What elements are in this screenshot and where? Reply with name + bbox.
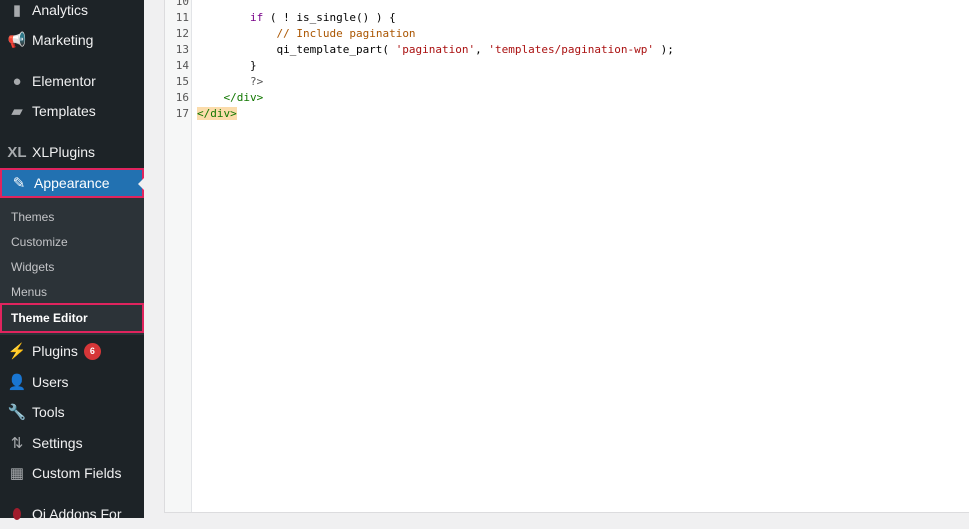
- settings-icon: ⇅: [10, 435, 24, 452]
- line-number: 14: [175, 59, 189, 72]
- paintbrush-icon: ✎: [12, 175, 26, 192]
- line-number: 17: [175, 107, 189, 120]
- menu-marketing[interactable]: 📢 Marketing: [0, 25, 144, 55]
- code-token: </div>: [223, 91, 264, 104]
- code-token: }: [197, 59, 257, 72]
- folder-icon: ▰: [11, 103, 23, 120]
- megaphone-icon: 📢: [7, 32, 27, 49]
- user-icon: 👤: [7, 374, 27, 391]
- code-token: ( ! is_single() ) {: [263, 11, 396, 24]
- menu-users[interactable]: 👤 Users: [0, 367, 144, 397]
- code-line: if ( ! is_single() ) {: [197, 11, 396, 24]
- admin-sidebar: ▮ Analytics 📢 Marketing ● Elementor ▰ Templa…: [0, 0, 144, 523]
- code-token: );: [654, 43, 674, 56]
- qi-icon: ⬮: [12, 505, 22, 523]
- menu-plugins[interactable]: ⚡ Plugins 6: [0, 336, 144, 366]
- line-number: 13: [175, 43, 189, 56]
- submenu-widgets[interactable]: Widgets: [0, 254, 144, 279]
- code-token: ,: [475, 43, 489, 56]
- xl-icon: XL: [7, 143, 27, 161]
- code-token: if: [249, 11, 264, 24]
- line-number: 11: [175, 11, 189, 24]
- update-count-badge: 6: [83, 342, 101, 360]
- line-number: 10: [175, 0, 189, 8]
- menu-elementor[interactable]: ● Elementor: [0, 66, 144, 96]
- plug-icon: ⚡: [7, 343, 27, 360]
- wrench-icon: 🔧: [7, 404, 27, 421]
- code-editor[interactable]: 10 11 if ( ! is_single() ) { 12 // Include…: [164, 0, 969, 513]
- code-token: qi_template_part(: [197, 43, 396, 56]
- line-number: 16: [175, 91, 189, 104]
- menu-appearance[interactable]: ✎ Appearance: [0, 168, 144, 198]
- submenu-customize[interactable]: Customize: [0, 229, 144, 254]
- menu-settings[interactable]: ⇅ Settings: [0, 428, 144, 458]
- code-line: }: [197, 59, 257, 72]
- code-token: 'pagination': [395, 43, 476, 56]
- code-line: qi_template_part( 'pagination', 'templat…: [197, 43, 674, 56]
- line-number: 12: [175, 27, 189, 40]
- menu-custom-fields[interactable]: ▦ Custom Fields: [0, 458, 144, 488]
- elementor-icon: ●: [12, 72, 22, 90]
- code-line: </div>: [197, 91, 264, 104]
- code-line: // Include pagination: [197, 27, 416, 40]
- line-number: 15: [175, 75, 189, 88]
- code-token: 'templates/pagination-wp': [488, 43, 654, 56]
- menu-qi-addons[interactable]: ⬮ Qi Addons For: [0, 499, 144, 529]
- code-token: ?>: [249, 75, 264, 88]
- submenu-themes[interactable]: Themes: [0, 204, 144, 229]
- appearance-submenu: Themes Customize Widgets Menus Theme Edi…: [0, 198, 144, 335]
- code-line: </div>: [197, 107, 237, 120]
- menu-analytics[interactable]: ▮ Analytics: [0, 0, 144, 25]
- code-line: ?>: [197, 75, 263, 88]
- code-token: // Include pagination: [276, 27, 416, 40]
- menu-templates[interactable]: ▰ Templates: [0, 96, 144, 126]
- menu-tools[interactable]: 🔧 Tools: [0, 397, 144, 427]
- code-token: </div>: [197, 107, 237, 120]
- submenu-theme-editor[interactable]: Theme Editor: [0, 303, 144, 333]
- submenu-menus[interactable]: Menus: [0, 279, 144, 304]
- menu-xlplugins[interactable]: XL XLPlugins: [0, 137, 144, 167]
- bar-chart-icon: ▮: [12, 2, 22, 19]
- table-icon: ▦: [9, 465, 25, 482]
